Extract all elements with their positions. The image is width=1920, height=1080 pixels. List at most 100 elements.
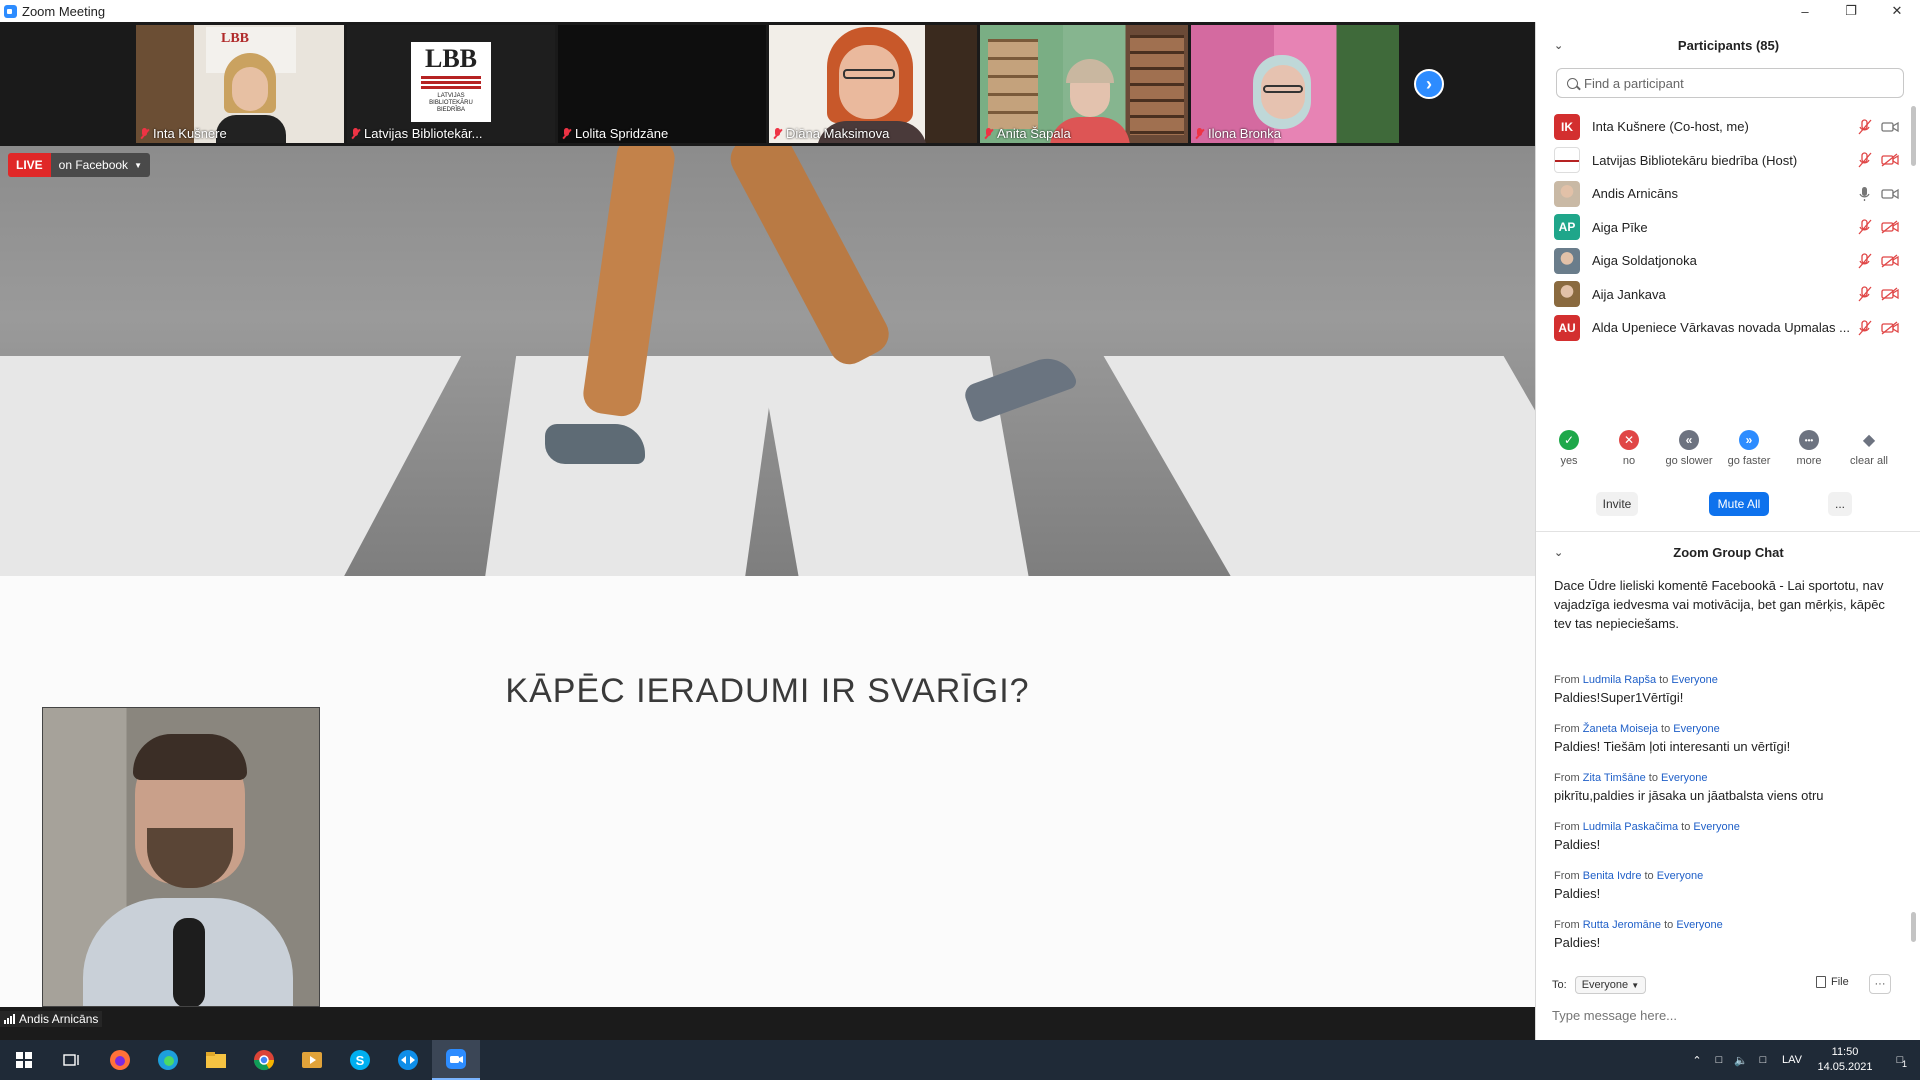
camera-icon[interactable] [1881,187,1899,201]
meeting-stage: LBB Inta Kušnere LBB LATVIJAS BIBLIOTEKĀ… [0,22,1535,1040]
reaction-no[interactable]: ✕ no [1601,430,1657,467]
recipient-select[interactable]: Everyone ▼ [1574,976,1647,994]
file-button[interactable]: File [1816,976,1849,988]
sender-name[interactable]: Žaneta Moiseja [1583,723,1658,735]
reaction-go-slower[interactable]: « go slower [1661,430,1717,467]
mute-all-button[interactable]: Mute All [1709,492,1769,516]
participant-name: Latvijas Bibliotekāru biedrība (Host) [1592,152,1798,168]
sender-name[interactable]: Benita Ivdre [1583,870,1642,882]
muted-mic-icon[interactable] [1858,219,1872,235]
file-explorer-icon[interactable] [192,1040,240,1080]
muted-mic-icon [1195,127,1204,140]
participant-search[interactable]: Find a participant [1556,68,1904,98]
camera-off-icon[interactable] [1881,253,1899,268]
search-placeholder: Find a participant [1584,75,1684,91]
speaker-name: Andis Arnicāns [19,1012,99,1026]
thumbnail-video[interactable]: Anita Šapala [980,25,1188,143]
collapse-chevron-icon[interactable]: ⌄ [1554,546,1563,559]
collapse-chevron-icon[interactable]: ⌄ [1554,39,1563,52]
teamviewer-icon[interactable] [384,1040,432,1080]
avatar [1554,281,1580,307]
muted-mic-icon[interactable] [1858,118,1872,135]
to-word: to [1661,723,1671,735]
chat-message-text: Paldies! Tiešām ļoti interesanti un vērt… [1554,739,1791,754]
speaker-video[interactable] [42,707,320,1007]
notification-icon[interactable]: □ 1 [1880,1054,1920,1069]
sender-name[interactable]: Rutta Jeromāne [1583,919,1661,931]
close-window-button[interactable]: ✕ [1874,0,1920,22]
edge-icon[interactable] [144,1040,192,1080]
participants-more-button[interactable]: ... [1828,492,1852,516]
thumbnail-video[interactable]: Diāna Maksimova [769,25,977,143]
avatar [1554,147,1580,173]
chrome-icon[interactable] [240,1040,288,1080]
participant-row[interactable]: AU Alda Upeniece Vārkavas novada Upmalas … [1536,307,1920,348]
clock[interactable]: 11:50 14.05.2021 [1810,1045,1880,1075]
battery-icon[interactable]: □ [1708,1054,1730,1066]
window-titlebar: Zoom Meeting – ❐ ✕ [0,0,1920,22]
muted-mic-icon[interactable] [1858,252,1872,269]
live-streaming-badge[interactable]: LIVE on Facebook ▼ [8,153,150,177]
chat-more-button[interactable]: ··· [1869,974,1891,994]
thumbnail-video[interactable]: Lolita Spridzāne [558,25,766,143]
sender-name[interactable]: Zita Timšāne [1583,772,1646,784]
network-icon[interactable]: □ [1752,1054,1774,1066]
participant-list-scrollbar[interactable] [1911,106,1916,166]
camera-off-icon[interactable] [1881,220,1899,234]
muted-mic-icon[interactable] [1858,319,1872,336]
sender-name[interactable]: Ludmila Paskačima [1583,821,1678,833]
language-indicator[interactable]: LAV [1774,1054,1810,1066]
participant-list: IK Inta Kušnere (Co-host, me) Latvijas Bib… [1536,106,1920,424]
reaction-yes[interactable]: ✓ yes [1541,430,1597,467]
skype-icon[interactable]: S [336,1040,384,1080]
chat-message-sender: From Rutta Jeromāne to Everyone [1554,917,1894,933]
next-page-arrow-icon[interactable]: › [1414,69,1444,99]
chat-scrollbar[interactable] [1911,912,1916,942]
reaction-label: go slower [1665,455,1713,467]
task-view-icon[interactable] [48,1040,96,1080]
muted-mic-icon[interactable] [1858,152,1872,168]
speaker-name-label: Andis Arnicāns [0,1011,103,1027]
chat-input[interactable] [1552,1004,1902,1026]
thumbnail-video[interactable]: Ilona Bronka [1191,25,1399,143]
reaction-clear-all-icon: ◆ [1862,432,1876,449]
camera-off-icon[interactable] [1881,287,1899,301]
reaction-go-faster[interactable]: » go faster [1721,430,1777,467]
side-panel: ⌄ Participants (85) Find a participant I… [1535,22,1920,1040]
chat-message-sender: From Žaneta Moiseja to Everyone [1554,721,1894,737]
windows-start-icon[interactable] [0,1040,48,1080]
thumbnail-video[interactable]: LBB LATVIJAS BIBLIOTEKĀRU BIEDRĪBA Latvi… [347,25,555,143]
to-word: to [1664,919,1674,931]
reaction-clear-all[interactable]: ◆ clear all [1841,430,1897,467]
firefox-icon[interactable] [96,1040,144,1080]
sender-name[interactable]: Ludmila Rapša [1583,674,1656,686]
chat-log: Dace Ūdre lieliski komentē Facebookā - L… [1536,576,1920,961]
from-word: From [1554,674,1580,686]
mic-icon[interactable] [1858,186,1872,202]
volume-icon[interactable]: 🔈 [1730,1054,1752,1067]
participant-name: Andis Arnicāns [1592,186,1678,201]
file-label: File [1831,976,1849,988]
reaction-more[interactable]: ••• more [1781,430,1837,467]
muted-mic-icon[interactable] [1858,286,1872,302]
invite-button[interactable]: Invite [1596,492,1638,516]
live-platform[interactable]: on Facebook ▼ [50,153,150,177]
minimize-button[interactable]: – [1782,0,1828,22]
panel-divider [1536,531,1920,532]
thumbnail-strip: LBB Inta Kušnere LBB LATVIJAS BIBLIOTEKĀ… [0,22,1535,146]
muted-mic-icon [140,127,149,140]
restore-button[interactable]: ❐ [1828,0,1874,22]
search-icon [1567,77,1578,89]
media-player-icon[interactable] [288,1040,336,1080]
to-word: to [1659,674,1669,686]
camera-off-icon[interactable] [1881,153,1899,167]
thumbnail-video[interactable]: LBB Inta Kušnere [136,25,344,143]
from-word: From [1554,723,1580,735]
zoom-taskbar-icon[interactable] [432,1040,480,1080]
chat-message: From Rutta Jeromāne to Everyone Paldies! [1554,917,1894,952]
camera-off-icon[interactable] [1881,320,1899,335]
chevron-up-icon[interactable]: ⌃ [1686,1054,1708,1067]
chat-message-sender: From Zita Timšāne to Everyone [1554,770,1894,786]
avatar: AU [1554,314,1580,341]
camera-icon[interactable] [1881,120,1899,134]
